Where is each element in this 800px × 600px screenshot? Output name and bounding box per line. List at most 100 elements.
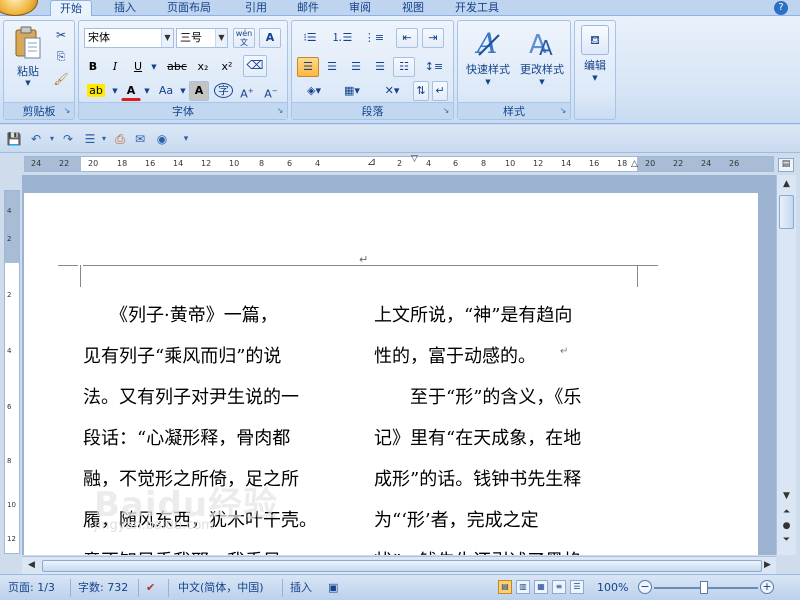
tab-references[interactable]: 引用 (236, 0, 276, 16)
document-page[interactable]: ↵ 《列子·黄帝》一篇， 见有列子“乘风而归”的说 法。又有列子对尹生说的一 段… (24, 193, 758, 555)
paste-dropdown-icon[interactable]: ▼ (8, 79, 48, 87)
zoom-in-icon[interactable]: + (760, 580, 774, 594)
char-border-button[interactable]: A (259, 28, 281, 48)
numbering-button[interactable]: ⒈☰ (329, 28, 355, 48)
view-ruler-toggle-icon[interactable]: ▤ (778, 158, 794, 172)
phonetic-guide-button[interactable]: wén 文 (233, 28, 255, 48)
align-center-button[interactable]: ☰ (321, 57, 343, 77)
chevron-down-icon[interactable]: ▼ (142, 81, 152, 101)
scrollbar-thumb[interactable] (779, 195, 794, 229)
word-count[interactable]: 字数: 732 (78, 581, 128, 595)
scroll-left-icon[interactable]: ◀ (24, 558, 39, 573)
zoom-out-icon[interactable]: − (638, 580, 652, 594)
horizontal-scrollbar[interactable]: ◀ ▶ (22, 556, 776, 574)
bold-button[interactable]: B (84, 57, 102, 77)
web-layout-icon[interactable]: ▦ (534, 580, 548, 594)
justify-button[interactable]: ☰ (369, 57, 391, 77)
scroll-down-icon[interactable]: ▼ (779, 489, 794, 504)
chevron-down-icon[interactable]: ▼ (178, 81, 188, 101)
strikethrough-button[interactable]: abc (165, 57, 189, 77)
save-icon[interactable]: 💾 (6, 131, 22, 147)
tab-view[interactable]: 视图 (393, 0, 433, 16)
align-left-button[interactable]: ☰ (297, 57, 319, 77)
scroll-right-icon[interactable]: ▶ (760, 558, 775, 573)
subscript-button[interactable]: x₂ (193, 57, 213, 77)
char-shading-button[interactable]: A (189, 81, 209, 101)
align-right-button[interactable]: ☰ (345, 57, 367, 77)
font-launcher-icon[interactable]: ↘ (275, 106, 285, 116)
proofing-icon[interactable]: ✔ (146, 581, 155, 595)
italic-button[interactable]: I (106, 57, 124, 77)
editing-button[interactable]: ⛾ 编辑 ▼ (577, 25, 613, 83)
right-indent-marker-icon[interactable]: △ (631, 159, 638, 169)
horizontal-ruler[interactable]: 24 22 20 18 16 14 12 10 8 6 4 ⊿ 2 ▽ 4 6 … (24, 154, 774, 172)
paragraph-launcher-icon[interactable]: ↘ (441, 106, 451, 116)
zoom-slider-knob[interactable] (700, 581, 708, 594)
insert-mode[interactable]: 插入 (290, 581, 312, 595)
email-icon[interactable]: ✉ (132, 131, 148, 147)
grow-font-button[interactable]: A+ (237, 81, 257, 101)
shrink-font-button[interactable]: A− (261, 81, 281, 101)
font-face-select[interactable]: 宋体 ▼ (84, 28, 174, 48)
next-page-icon[interactable]: ⏷ (779, 533, 794, 548)
redo-icon[interactable]: ↷ (60, 131, 76, 147)
tab-developer[interactable]: 开发工具 (446, 0, 508, 16)
previous-page-icon[interactable]: ⏶ (779, 505, 794, 520)
shading-button[interactable]: ◈▾ (297, 81, 331, 101)
format-painter-icon[interactable]: 🖌 (52, 69, 70, 89)
chevron-down-icon[interactable]: ▼ (110, 81, 120, 101)
help-icon[interactable]: ? (774, 1, 788, 15)
outline-view-icon[interactable]: ≡ (552, 580, 566, 594)
sort-button[interactable]: ⇅ (413, 81, 429, 101)
quick-styles-button[interactable]: A 快速样式 ▼ (460, 27, 516, 87)
full-screen-reading-icon[interactable]: ▥ (516, 580, 530, 594)
tab-page-layout[interactable]: 页面布局 (158, 0, 220, 16)
decrease-indent-button[interactable]: ⇤ (396, 28, 418, 48)
left-indent-marker-icon[interactable]: ⊿ (367, 155, 376, 168)
scrollbar-thumb[interactable] (42, 560, 762, 572)
underline-button[interactable]: U (129, 57, 147, 77)
clipboard-launcher-icon[interactable]: ↘ (62, 106, 72, 116)
bullets-button[interactable]: ⁝☰ (297, 28, 323, 48)
tab-home[interactable]: 开始 (50, 0, 92, 17)
undo-icon[interactable]: ↶ (28, 131, 44, 147)
paste-button[interactable]: 粘贴 ▼ (8, 25, 48, 87)
chinese-layout-button[interactable]: ✕▾ (375, 81, 409, 101)
change-case-button[interactable]: Aa (155, 81, 177, 101)
tab-review[interactable]: 审阅 (340, 0, 380, 16)
customize-qat-icon[interactable]: ▾ (178, 131, 194, 147)
browse-object-icon[interactable]: ● (779, 519, 794, 534)
chevron-down-icon[interactable]: ▾ (44, 131, 60, 147)
print-layout-view-icon[interactable]: ▤ (498, 580, 512, 594)
office-button[interactable] (0, 0, 38, 16)
circle-icon[interactable]: ◉ (154, 131, 170, 147)
draft-view-icon[interactable]: ☰ (570, 580, 584, 594)
font-color-button[interactable]: A (121, 81, 141, 101)
clear-formatting-icon[interactable]: ⌫ (243, 55, 267, 77)
chevron-down-icon[interactable]: ▾ (96, 131, 112, 147)
borders-button[interactable]: ▦▾ (335, 81, 369, 101)
vertical-scrollbar[interactable]: ▲ ▼ ⏶ ● ⏷ (776, 175, 796, 555)
show-marks-button[interactable]: ↵ (432, 81, 448, 101)
line-spacing-button[interactable]: ↕≡ (419, 57, 449, 77)
multilevel-list-button[interactable]: ⋮≡ (361, 28, 387, 48)
page-counter[interactable]: 页面: 1/3 (8, 581, 55, 595)
zoom-level[interactable]: 100% (597, 581, 628, 595)
superscript-button[interactable]: x² (217, 57, 237, 77)
text-column-right[interactable]: 上文所说，“神”是有趋向 性的，富于动感的。 至于“形”的含义，《乐 记》里有“… (374, 295, 644, 555)
first-line-indent-icon[interactable]: ▽ (411, 154, 418, 164)
language-indicator[interactable]: 中文(简体，中国) (178, 581, 264, 595)
styles-launcher-icon[interactable]: ↘ (558, 106, 568, 116)
enclose-char-button[interactable]: 字 (213, 81, 233, 101)
change-styles-button[interactable]: A A 更改样式 ▼ (514, 27, 570, 87)
tab-insert[interactable]: 插入 (105, 0, 145, 16)
scroll-up-icon[interactable]: ▲ (779, 177, 794, 192)
tab-mailings[interactable]: 邮件 (288, 0, 328, 16)
increase-indent-button[interactable]: ⇥ (422, 28, 444, 48)
print-preview-icon[interactable]: ⎙ (112, 131, 128, 147)
cut-icon[interactable]: ✂ (52, 25, 70, 45)
font-size-select[interactable]: 三号 ▼ (176, 28, 228, 48)
vertical-ruler[interactable]: 4 2 2 4 6 8 10 12 (4, 190, 20, 554)
copy-icon[interactable]: ⎘ (52, 47, 70, 67)
chevron-down-icon[interactable]: ▼ (149, 57, 159, 77)
